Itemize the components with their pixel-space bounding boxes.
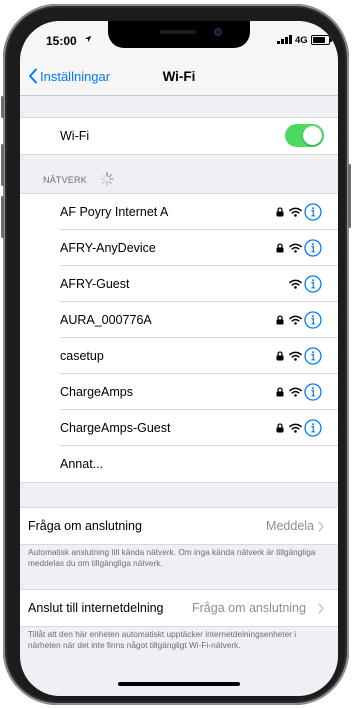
auto-join-hotspot-row[interactable]: Anslut till internetdelning Fråga om ans…: [20, 590, 338, 626]
info-icon[interactable]: [304, 347, 322, 365]
network-row[interactable]: ChargeAmps: [20, 374, 338, 410]
info-icon[interactable]: [304, 383, 322, 401]
auto-join-hotspot-value: Fråga om anslutning: [192, 601, 306, 615]
speaker-grille: [160, 30, 196, 34]
networks-section-header: NÄTVERK: [43, 175, 87, 185]
other-network-label: Annat...: [60, 457, 104, 471]
ask-to-join-row[interactable]: Fråga om anslutning Meddela: [20, 508, 338, 544]
notch: [108, 21, 250, 48]
lock-icon: [276, 387, 284, 397]
network-row[interactable]: AFRY-AnyDevice: [20, 230, 338, 266]
signal-bars-icon: [277, 35, 292, 44]
location-arrow-icon: [84, 35, 92, 43]
lock-icon: [276, 315, 284, 325]
info-icon[interactable]: [304, 239, 322, 257]
ask-to-join-label: Fråga om anslutning: [28, 519, 142, 533]
home-indicator[interactable]: [118, 682, 240, 686]
lock-icon: [276, 243, 284, 253]
ask-to-join-value: Meddela: [266, 519, 314, 533]
battery-icon: [311, 35, 332, 45]
loading-spinner-icon: [100, 172, 114, 186]
info-icon[interactable]: [304, 203, 322, 221]
status-bar: 15:00 4G: [20, 21, 338, 57]
hotspot-footnote: Tillåt att den här enheten automatiskt u…: [28, 629, 297, 650]
wifi-signal-icon: [289, 243, 302, 253]
side-button: [348, 164, 351, 228]
lock-icon: [276, 351, 284, 361]
network-row[interactable]: AURA_000776A: [20, 302, 338, 338]
front-camera: [214, 28, 222, 36]
chevron-right-icon: [318, 603, 324, 614]
network-type: 4G: [295, 35, 308, 46]
network-row[interactable]: ChargeAmps-Guest: [20, 410, 338, 446]
network-name: AFRY-Guest: [60, 277, 130, 291]
wifi-signal-icon: [289, 207, 302, 217]
phone-frame: 15:00 4G Inställningar Wi-Fi Wi-Fi NÄTVE…: [1, 4, 351, 705]
network-row[interactable]: AFRY-Guest: [20, 266, 338, 302]
network-row[interactable]: AF Poyry Internet A: [20, 194, 338, 230]
network-name: AURA_000776A: [60, 313, 152, 327]
network-name: AF Poyry Internet A: [60, 205, 169, 219]
lock-icon: [276, 423, 284, 433]
volume-up-button: [1, 144, 4, 186]
network-name: ChargeAmps-Guest: [60, 421, 171, 435]
page-title: Wi-Fi: [162, 69, 196, 84]
info-icon[interactable]: [304, 311, 322, 329]
wifi-signal-icon: [289, 423, 302, 433]
mute-switch: [1, 96, 4, 118]
info-icon[interactable]: [304, 275, 322, 293]
wifi-toggle-row: Wi-Fi: [20, 118, 338, 154]
networks-list: AF Poyry Internet A AFRY-AnyDevice AFRY-Gu…: [20, 193, 338, 483]
network-name: casetup: [60, 349, 104, 363]
other-network-row[interactable]: Annat...: [20, 446, 338, 482]
wifi-toggle-switch[interactable]: [285, 124, 324, 147]
volume-down-button: [1, 196, 4, 238]
ask-to-join-group: Fråga om anslutning Meddela: [20, 507, 338, 545]
screen: 15:00 4G Inställningar Wi-Fi Wi-Fi NÄTVE…: [20, 21, 338, 696]
info-icon[interactable]: [304, 419, 322, 437]
chevron-right-icon: [318, 521, 324, 532]
auto-join-hotspot-label: Anslut till internetdelning: [28, 601, 164, 615]
hotspot-group: Anslut till internetdelning Fråga om ans…: [20, 589, 338, 627]
wifi-signal-icon: [289, 315, 302, 325]
status-time: 15:00: [46, 34, 77, 48]
network-name: ChargeAmps: [60, 385, 133, 399]
wifi-toggle-group: Wi-Fi: [20, 117, 338, 155]
lock-icon: [276, 207, 284, 217]
ask-to-join-footnote: Automatisk anslutning till kända nätverk…: [28, 547, 316, 568]
wifi-signal-icon: [289, 351, 302, 361]
navigation-bar: Inställningar Wi-Fi: [20, 57, 338, 96]
wifi-toggle-label: Wi-Fi: [60, 129, 90, 143]
network-name: AFRY-AnyDevice: [60, 241, 156, 255]
wifi-signal-icon: [289, 387, 302, 397]
network-row[interactable]: casetup: [20, 338, 338, 374]
wifi-signal-icon: [289, 279, 302, 289]
